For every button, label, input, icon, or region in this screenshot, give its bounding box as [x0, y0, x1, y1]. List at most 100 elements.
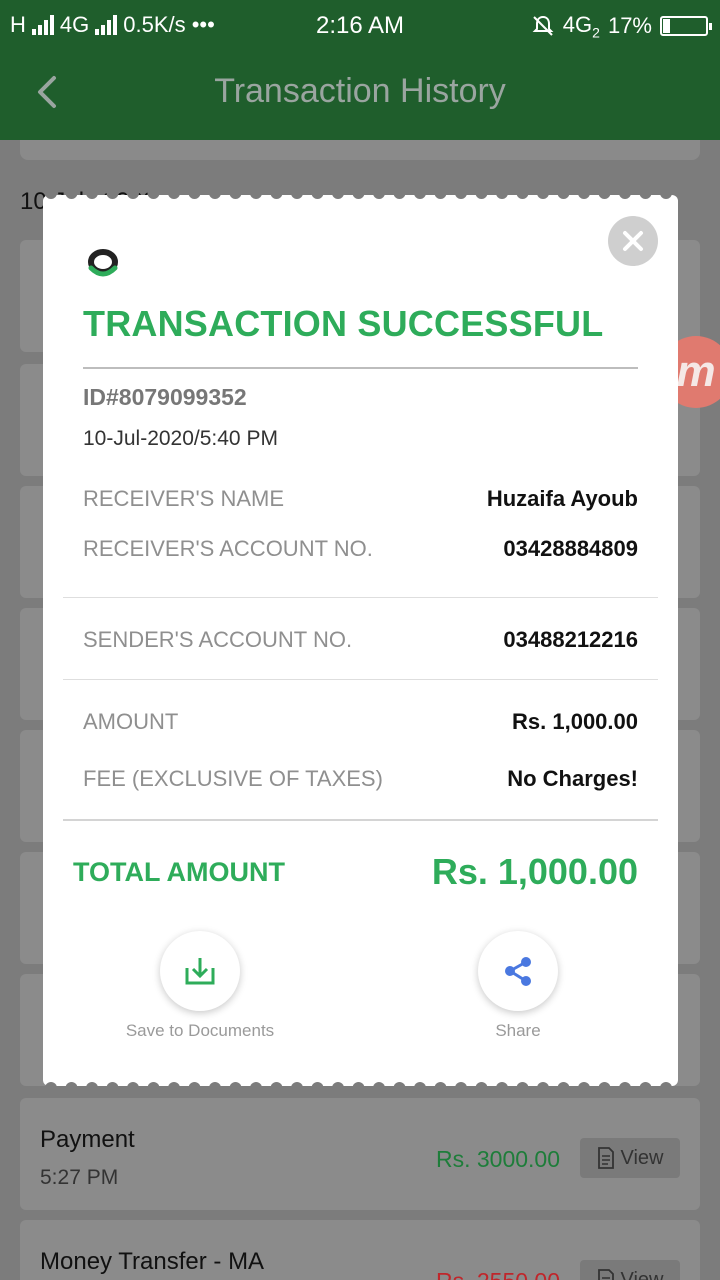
download-tray-icon — [185, 958, 215, 985]
transaction-amount: Rs. 3000.00 — [435, 1146, 560, 1172]
perforation-dot — [106, 1082, 119, 1090]
perforation-dot — [127, 191, 139, 199]
perforation-dot — [229, 1082, 242, 1090]
perforation-dot — [86, 1082, 98, 1090]
mute-bell-icon — [532, 16, 554, 36]
status-bar: H 4G 0.5K/s ••• 2:16 AM 4G2 17% — [0, 0, 720, 50]
document-icon — [597, 1147, 614, 1169]
perforation-dot — [65, 191, 78, 199]
perforation-dot — [660, 191, 672, 199]
save-button-circle[interactable] — [160, 931, 240, 1011]
perforation-dot — [598, 1082, 611, 1090]
transaction-status-heading: TRANSACTION SUCCESSFUL — [83, 303, 604, 344]
status-right: 4G2 17% — [531, 12, 712, 40]
perforation-dot — [45, 191, 57, 199]
transaction-receipt-modal: TRANSACTION SUCCESSFUL ID#8079099352 10-… — [43, 191, 678, 1090]
perforation-dot — [168, 191, 180, 199]
receiver-account-label: RECEIVER'S ACCOUNT NO. — [83, 536, 373, 561]
transaction-id: ID#8079099352 — [83, 384, 247, 410]
fee-value: No Charges! — [507, 766, 638, 791]
perforation-dot — [250, 1082, 262, 1090]
perforation-dot — [332, 191, 344, 199]
perforation-dot — [168, 1082, 180, 1090]
perforation-dot — [352, 1082, 365, 1090]
perforation-dot — [578, 1082, 590, 1090]
perforation-dot — [537, 191, 549, 199]
app-bar: Transaction History — [0, 50, 720, 140]
battery-icon — [660, 16, 712, 37]
total-amount-label: TOTAL AMOUNT — [73, 857, 285, 887]
amount-label: AMOUNT — [83, 709, 179, 734]
perforation-dot — [516, 1082, 529, 1090]
perforation-dot — [660, 1082, 672, 1090]
perforation-dot — [496, 191, 508, 199]
share-button-circle[interactable] — [478, 931, 558, 1011]
perforation-dot — [352, 191, 365, 199]
perforation-dot — [291, 1082, 303, 1090]
close-button[interactable] — [608, 216, 658, 266]
brand-logo-icon — [88, 249, 118, 277]
perforation-dot — [127, 1082, 139, 1090]
perforation-dot — [619, 191, 631, 199]
perforation-dot — [291, 191, 303, 199]
share-button[interactable]: Share — [418, 931, 618, 1041]
perforation-dot — [578, 191, 590, 199]
perforation-dot — [619, 1082, 631, 1090]
save-to-documents-button[interactable]: Save to Documents — [100, 931, 300, 1041]
receiver-account-value: 03428884809 — [503, 536, 638, 561]
share-icon — [505, 957, 531, 986]
perforation-dot — [373, 1082, 385, 1090]
divider — [63, 679, 658, 680]
perforation-dot — [65, 1082, 78, 1090]
save-to-documents-label: Save to Documents — [125, 1021, 275, 1040]
transaction-card-payment[interactable]: Payment 5:27 PM Rs. 3000.00 View — [20, 1098, 700, 1210]
list-item — [20, 140, 700, 160]
total-amount-value: Rs. 1,000.00 — [431, 851, 638, 892]
transaction-title: Money Transfer - MA — [40, 1248, 265, 1275]
perforation-dot — [311, 1082, 324, 1090]
view-button[interactable]: View — [580, 1260, 680, 1280]
perforation-dot — [106, 191, 119, 199]
sender-account-value: 03488212216 — [503, 627, 638, 652]
perforation-dot — [393, 1082, 406, 1090]
transaction-time: 5:27 PM — [40, 1166, 119, 1189]
perforation-dot — [455, 1082, 467, 1090]
battery-percent: 17% — [607, 13, 652, 39]
perforation-dot — [229, 191, 242, 199]
perforation-dot — [475, 191, 488, 199]
perforation-dot — [45, 1082, 57, 1090]
perforation-dot — [537, 1082, 549, 1090]
transaction-card-money-transfer[interactable]: Money Transfer - MA Rs. 2550.00 View — [20, 1220, 700, 1280]
perforation-dot — [311, 191, 324, 199]
view-label: View — [620, 1268, 664, 1280]
perforation-dot — [373, 191, 385, 199]
battery-fill — [663, 19, 671, 34]
perforation-dot — [270, 191, 283, 199]
divider — [63, 597, 658, 598]
perforation-dot — [414, 1082, 426, 1090]
perforation-dot — [639, 191, 652, 199]
amount-value: Rs. 1,000.00 — [512, 709, 638, 734]
transaction-amount: Rs. 2550.00 — [436, 1268, 560, 1280]
perforation-dot — [393, 191, 406, 199]
receiver-name-value: Huzaifa Ayoub — [486, 486, 638, 511]
perforation-dot — [209, 1082, 221, 1090]
perforation-dot — [332, 1082, 344, 1090]
fee-label: FEE (EXCLUSIVE OF TAXES) — [83, 766, 383, 791]
perforation-dot — [414, 191, 426, 199]
perforation-dot — [516, 191, 529, 199]
perforation-dot — [270, 1082, 283, 1090]
perforation-dot — [434, 1082, 447, 1090]
view-button[interactable]: View — [580, 1138, 680, 1178]
perforation-dot — [639, 1082, 652, 1090]
perforation-dot — [557, 1082, 570, 1090]
scalloped-edge-bottom — [45, 1082, 672, 1090]
scalloped-edge-top — [45, 191, 672, 199]
network-4g-label: 4G — [562, 12, 593, 37]
perforation-dot — [86, 191, 98, 199]
share-label: Share — [495, 1021, 541, 1040]
perforation-dot — [455, 191, 467, 199]
network-type-4g2: 4G2 — [563, 12, 600, 40]
perforation-dot — [434, 191, 447, 199]
divider — [83, 367, 638, 369]
